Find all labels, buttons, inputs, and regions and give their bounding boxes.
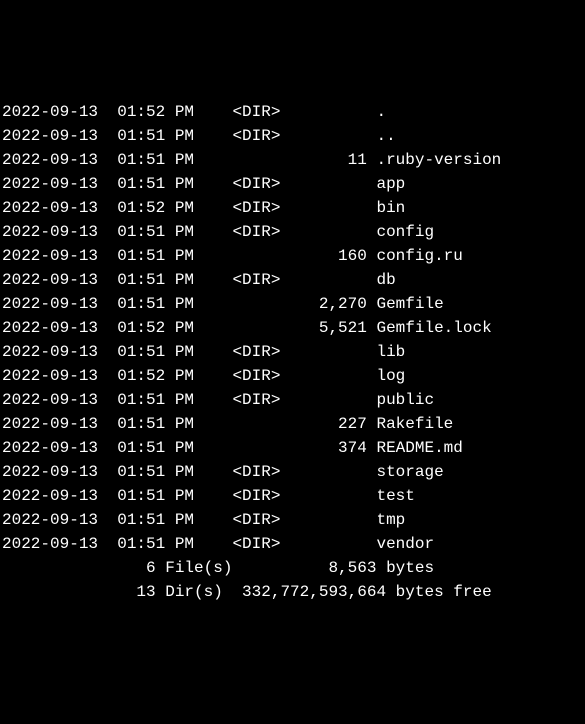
dir-entry-row: 2022-09-13 01:51 PM <DIR> storage	[2, 460, 583, 484]
dir-entry-row: 2022-09-13 01:51 PM <DIR> tmp	[2, 508, 583, 532]
summary-dirs: 13 Dir(s) 332,772,593,664 bytes free	[2, 580, 583, 604]
dir-entry-row: 2022-09-13 01:51 PM 11 .ruby-version	[2, 148, 583, 172]
dir-entry-row: 2022-09-13 01:51 PM 160 config.ru	[2, 244, 583, 268]
summary-files: 6 File(s) 8,563 bytes	[2, 556, 583, 580]
dir-entry-row: 2022-09-13 01:51 PM 227 Rakefile	[2, 412, 583, 436]
dir-entry-row: 2022-09-13 01:51 PM <DIR> ..	[2, 124, 583, 148]
dir-entry-row: 2022-09-13 01:51 PM <DIR> public	[2, 388, 583, 412]
dir-entry-row: 2022-09-13 01:51 PM <DIR> vendor	[2, 532, 583, 556]
dir-entry-row: 2022-09-13 01:51 PM <DIR> db	[2, 268, 583, 292]
terminal-output: 2022-09-13 01:52 PM <DIR> .2022-09-13 01…	[2, 100, 583, 604]
dir-entry-row: 2022-09-13 01:52 PM <DIR> bin	[2, 196, 583, 220]
dir-entry-row: 2022-09-13 01:51 PM <DIR> app	[2, 172, 583, 196]
dir-entry-row: 2022-09-13 01:52 PM <DIR> log	[2, 364, 583, 388]
dir-entry-row: 2022-09-13 01:51 PM 374 README.md	[2, 436, 583, 460]
dir-entry-row: 2022-09-13 01:51 PM <DIR> test	[2, 484, 583, 508]
dir-entry-row: 2022-09-13 01:51 PM 2,270 Gemfile	[2, 292, 583, 316]
dir-entry-row: 2022-09-13 01:51 PM <DIR> config	[2, 220, 583, 244]
dir-entry-row: 2022-09-13 01:52 PM <DIR> .	[2, 100, 583, 124]
dir-entry-row: 2022-09-13 01:52 PM 5,521 Gemfile.lock	[2, 316, 583, 340]
dir-entry-row: 2022-09-13 01:51 PM <DIR> lib	[2, 340, 583, 364]
